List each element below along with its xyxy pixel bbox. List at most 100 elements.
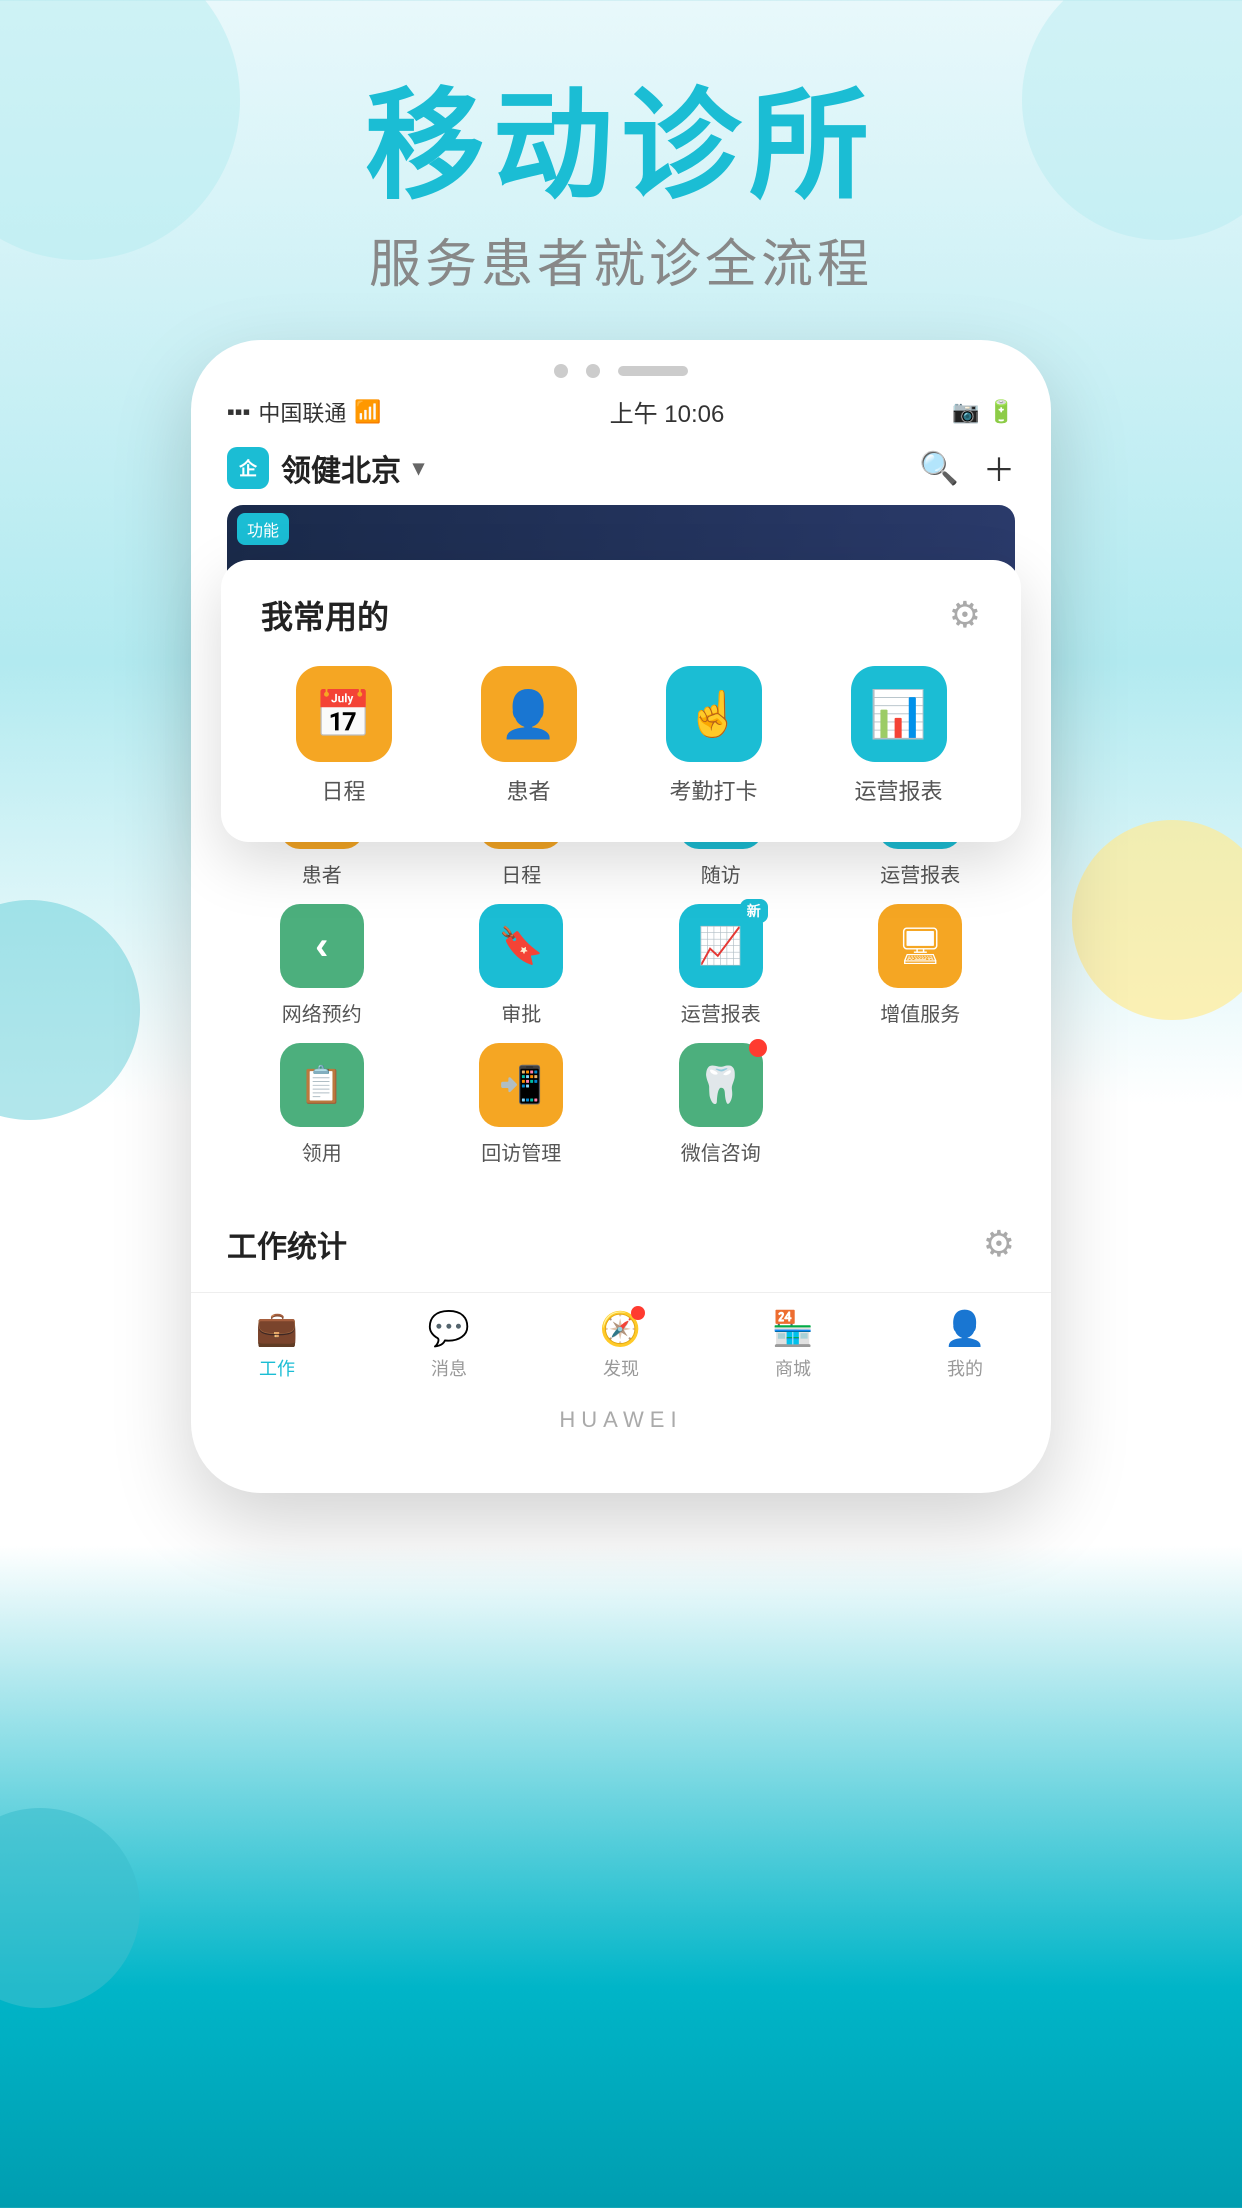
mine-nav-icon: 👤	[944, 1309, 986, 1349]
patient-icon-glyph: 👤	[500, 687, 557, 742]
app-item-vip[interactable]: 🖥 增值服务	[826, 904, 1016, 1027]
favorite-card-title: 我常用的	[261, 592, 389, 638]
patient-quick-icon: 👤	[481, 666, 577, 762]
app-item-requisition[interactable]: 📋 领用	[227, 1043, 417, 1166]
patient-label: 患者	[302, 859, 342, 888]
patient-quick-label: 患者	[506, 774, 550, 806]
work-nav-label: 工作	[259, 1355, 295, 1381]
enterprise-badge: 企	[227, 447, 269, 489]
wechat-icon-box: 🦷	[679, 1043, 763, 1127]
decorative-blob-bottom-left	[0, 1808, 140, 2008]
message-nav-icon: 💬	[428, 1309, 470, 1349]
report1-label: 运营报表	[880, 859, 960, 888]
schedule-quick-label: 日程	[321, 774, 365, 806]
shop-nav-icon: 🏪	[772, 1309, 814, 1349]
report-quick-icon: 📊	[851, 666, 947, 762]
status-left: ▪▪▪ 中国联通 📶	[227, 396, 382, 428]
chevron-down-icon[interactable]: ▾	[413, 455, 424, 481]
camera-icon: 📷	[952, 399, 979, 425]
decorative-blob-mid-right	[1072, 820, 1242, 1020]
vip-icon-box: 🖥	[878, 904, 962, 988]
app-item-wechat[interactable]: 🦷 微信咨询	[626, 1043, 816, 1166]
bottom-nav-discover[interactable]: 🧭 发现	[600, 1309, 642, 1381]
bottom-nav-message[interactable]: 💬 消息	[428, 1309, 470, 1381]
favorite-card-header: 我常用的 ⚙	[261, 592, 981, 638]
bottom-nav-shop[interactable]: 🏪 商城	[772, 1309, 814, 1381]
dot-2	[586, 364, 600, 378]
favorite-gear-icon[interactable]: ⚙	[949, 594, 981, 636]
work-nav-icon: 💼	[256, 1309, 298, 1349]
nav-bar: 企 领健北京 ▾ 🔍 ＋	[191, 435, 1051, 505]
sub-title: 服务患者就诊全流程	[0, 222, 1242, 297]
callback-label: 回访管理	[481, 1137, 561, 1166]
message-nav-label: 消息	[431, 1355, 467, 1381]
approve-label: 审批	[501, 998, 541, 1027]
wifi-icon: 📶	[354, 399, 381, 425]
requisition-label: 领用	[302, 1137, 342, 1166]
favorite-item-patient[interactable]: 👤 患者	[446, 666, 611, 806]
app-row-3: 📋 领用 📲 回访管理 🦷 微信咨询	[227, 1043, 1015, 1166]
app-item-booking[interactable]: ‹ 网络预约	[227, 904, 417, 1027]
favorite-card: 我常用的 ⚙ 📅 日程 👤 患者 ☝ 考勤打卡 📊 运营报表	[221, 560, 1021, 842]
bottom-nav: 💼 工作 💬 消息 🧭 发现 🏪 商城 👤 我的	[191, 1292, 1051, 1391]
battery-icon: 🔋	[988, 399, 1015, 425]
clinic-name[interactable]: 领健北京	[281, 446, 401, 490]
app-item-report2[interactable]: 📈 新 运营报表	[626, 904, 816, 1027]
favorite-item-report[interactable]: 📊 运营报表	[816, 666, 981, 806]
bottom-nav-mine[interactable]: 👤 我的	[944, 1309, 986, 1381]
report-icon-glyph: 📊	[870, 687, 927, 742]
booking-icon-box: ‹	[280, 904, 364, 988]
new-badge: 新	[740, 899, 768, 923]
requisition-icon: 📋	[299, 1064, 344, 1106]
app-row-2: ‹ 网络预约 🔖 审批 📈 新 运营报表 🖥	[227, 904, 1015, 1027]
mine-nav-label: 我的	[947, 1355, 983, 1381]
app-item-empty	[826, 1043, 1016, 1166]
wechat-icon: 🦷	[698, 1064, 743, 1106]
discover-nav-label: 发现	[603, 1355, 639, 1381]
add-icon[interactable]: ＋	[983, 445, 1015, 491]
approve-icon: 🔖	[499, 925, 544, 967]
discover-icon-wrap: 🧭	[600, 1309, 642, 1349]
title-area: 移动诊所 服务患者就诊全流程	[0, 80, 1242, 297]
booking-label: 网络预约	[282, 998, 362, 1027]
vip-icon: 🖥	[897, 925, 943, 967]
work-stats-header: 工作统计 ⚙	[227, 1222, 1015, 1266]
nav-right: 🔍 ＋	[919, 445, 1015, 491]
phone-dots-bar	[191, 340, 1051, 388]
attendance-quick-label: 考勤打卡	[669, 774, 757, 806]
shop-nav-label: 商城	[775, 1355, 811, 1381]
favorite-grid: 📅 日程 👤 患者 ☝ 考勤打卡 📊 运营报表	[261, 666, 981, 806]
report2-label: 运营报表	[681, 998, 761, 1027]
dot-1	[554, 364, 568, 378]
work-stats-title: 工作统计	[227, 1222, 347, 1266]
banner-label: 功能	[237, 513, 289, 545]
status-bar: ▪▪▪ 中国联通 📶 上午 10:06 📷 🔋	[191, 388, 1051, 435]
favorite-item-attendance[interactable]: ☝ 考勤打卡	[631, 666, 796, 806]
work-stats-gear-icon[interactable]: ⚙	[983, 1223, 1015, 1265]
vip-label: 增值服务	[880, 998, 960, 1027]
followup-label: 随访	[701, 859, 741, 888]
report-quick-label: 运营报表	[854, 774, 942, 806]
decorative-blob-mid-left	[0, 900, 140, 1120]
status-time: 上午 10:06	[610, 394, 725, 429]
attendance-quick-icon: ☝	[666, 666, 762, 762]
favorite-item-schedule[interactable]: 📅 日程	[261, 666, 426, 806]
booking-icon: ‹	[315, 924, 328, 969]
huawei-label: HUAWEI	[191, 1391, 1051, 1433]
schedule-label: 日程	[501, 859, 541, 888]
red-dot-badge	[749, 1039, 767, 1057]
search-icon[interactable]: 🔍	[919, 449, 959, 487]
report2-icon: 📈	[698, 925, 743, 967]
bottom-nav-work[interactable]: 💼 工作	[256, 1309, 298, 1381]
callback-icon: 📲	[499, 1064, 544, 1106]
schedule-quick-icon: 📅	[296, 666, 392, 762]
requisition-icon-box: 📋	[280, 1043, 364, 1127]
report2-icon-box: 📈 新	[679, 904, 763, 988]
status-right: 📷 🔋	[952, 399, 1015, 425]
dash-bar	[618, 366, 688, 376]
nav-left: 企 领健北京 ▾	[227, 446, 424, 490]
app-item-callback[interactable]: 📲 回访管理	[427, 1043, 617, 1166]
work-stats-section: 工作统计 ⚙	[191, 1202, 1051, 1292]
app-item-approve[interactable]: 🔖 审批	[427, 904, 617, 1027]
discover-red-dot	[631, 1306, 645, 1320]
